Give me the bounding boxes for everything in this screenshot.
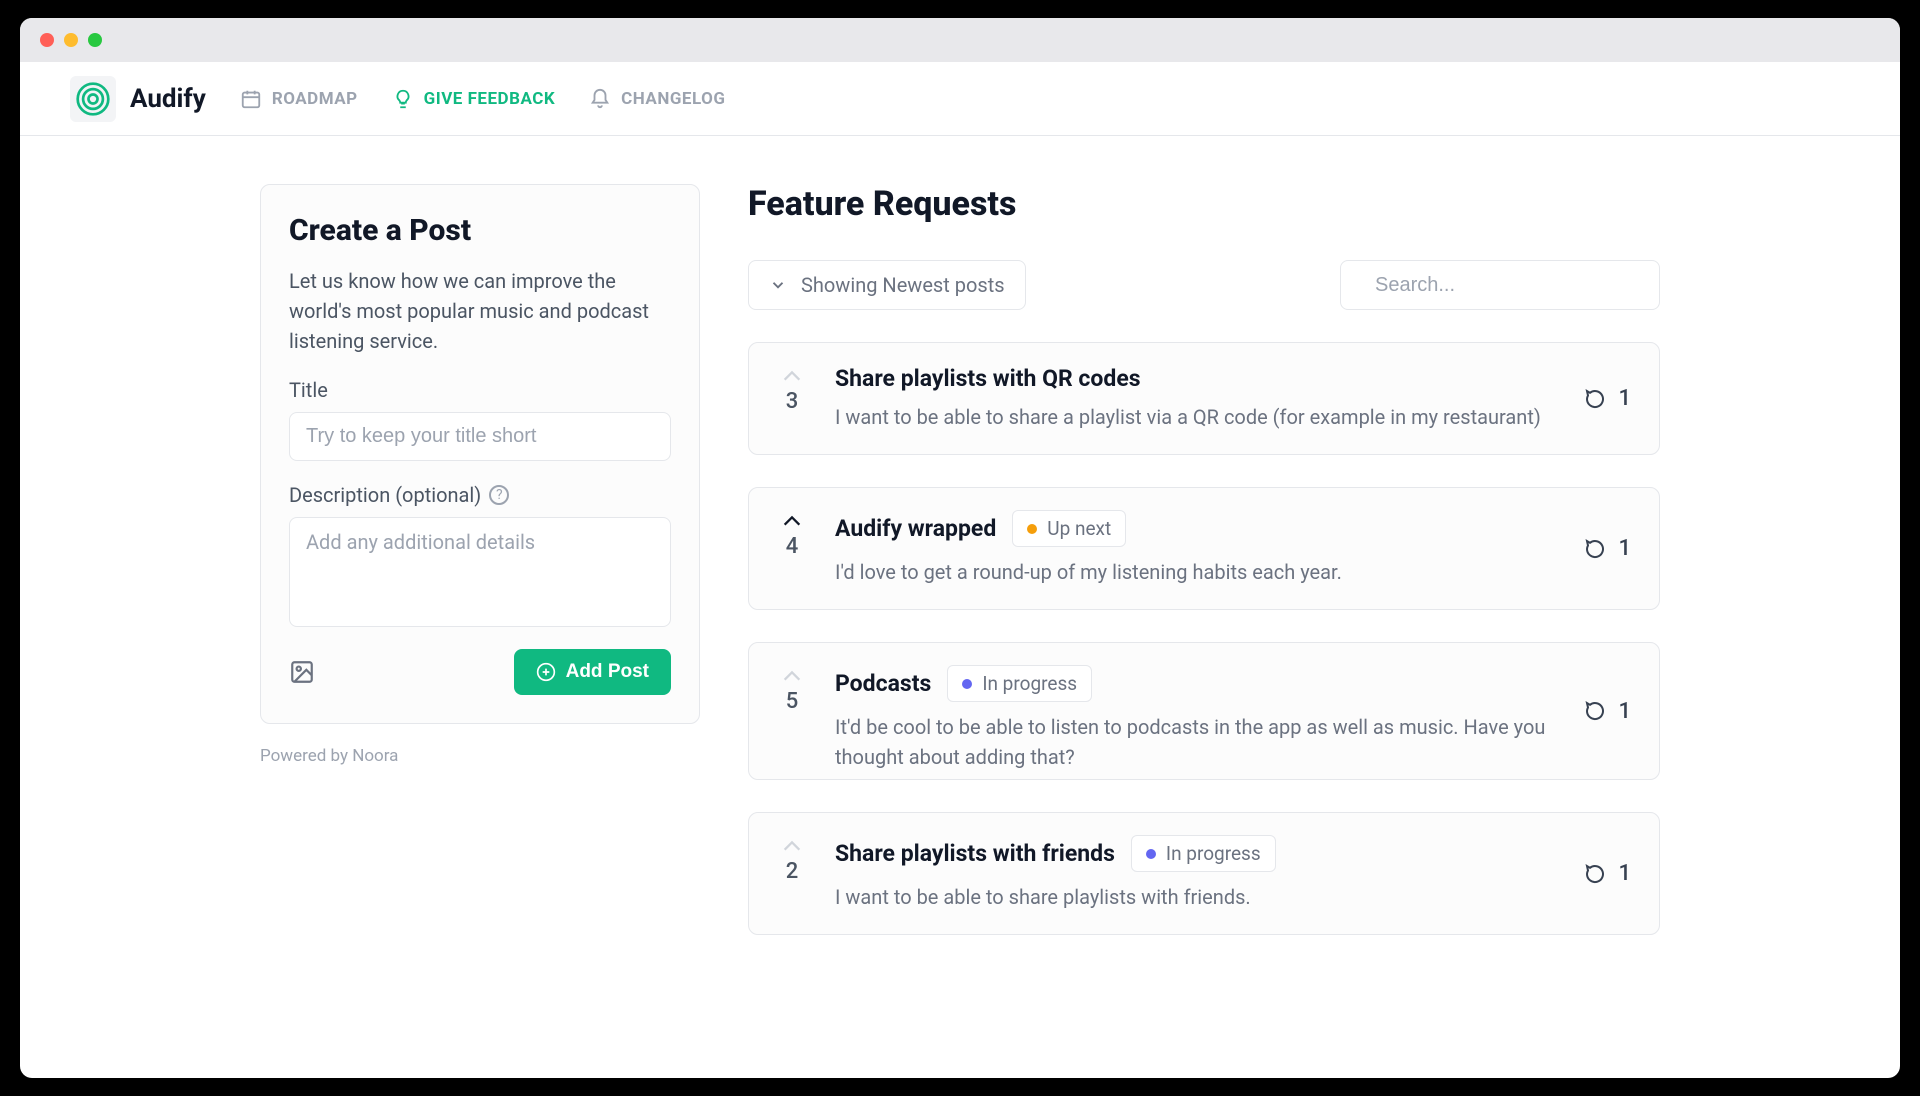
create-post-toolbar: Add Post: [289, 649, 671, 695]
create-post-heading: Create a Post: [289, 213, 671, 248]
status-dot-icon: [962, 679, 972, 689]
page-title: Feature Requests: [748, 184, 1660, 224]
post-card[interactable]: 5 Podcasts In progress It'd be cool to b…: [748, 642, 1660, 780]
chevron-down-icon: [769, 276, 787, 294]
post-card[interactable]: 2 Share playlists with friends In progre…: [748, 812, 1660, 935]
description-label-text: Description (optional): [289, 483, 481, 507]
window-titlebar: [20, 18, 1900, 62]
status-dot-icon: [1146, 849, 1156, 859]
upvote-button[interactable]: [781, 669, 803, 683]
comment-icon: [1584, 699, 1608, 723]
post-title-row: Share playlists with friends In progress: [835, 835, 1556, 872]
create-post-sidebar: Create a Post Let us know how we can imp…: [260, 184, 700, 1078]
post-title: Audify wrapped: [835, 515, 996, 542]
vote-count: 2: [786, 859, 799, 884]
upvote-button[interactable]: [781, 369, 803, 383]
comment-indicator[interactable]: 1: [1584, 699, 1631, 724]
help-icon[interactable]: ?: [489, 485, 509, 505]
calendar-icon: [240, 88, 262, 110]
brand-logo-icon: [70, 76, 116, 122]
description-input[interactable]: [289, 517, 671, 627]
post-title: Podcasts: [835, 670, 931, 697]
search-box[interactable]: [1340, 260, 1660, 310]
post-description: I'd love to get a round-up of my listeni…: [835, 557, 1556, 587]
main-column: Feature Requests Showing Newest posts 3 …: [748, 184, 1660, 1078]
vote-count: 4: [786, 534, 799, 559]
sort-label: Showing Newest posts: [801, 273, 1005, 297]
comment-count: 1: [1618, 536, 1631, 561]
main-nav: ROADMAP GIVE FEEDBACK CHANGELOG: [240, 88, 726, 110]
post-body: Share playlists with QR codes I want to …: [835, 365, 1556, 432]
nav-roadmap-label: ROADMAP: [272, 89, 358, 109]
minimize-window-button[interactable]: [64, 33, 78, 47]
upvote-button[interactable]: [781, 839, 803, 853]
status-badge: In progress: [1131, 835, 1276, 872]
create-post-card: Create a Post Let us know how we can imp…: [260, 184, 700, 724]
post-body: Share playlists with friends In progress…: [835, 835, 1556, 912]
post-list: 3 Share playlists with QR codes I want t…: [748, 342, 1660, 935]
vote-count: 5: [786, 689, 799, 714]
add-post-label: Add Post: [566, 661, 649, 683]
status-label: In progress: [982, 672, 1077, 695]
vote-column: 3: [777, 365, 807, 414]
plus-circle-icon: [536, 662, 556, 682]
comment-icon: [1584, 862, 1608, 886]
close-window-button[interactable]: [40, 33, 54, 47]
powered-by[interactable]: Powered by Noora: [260, 746, 700, 766]
filter-row: Showing Newest posts: [748, 260, 1660, 310]
comment-count: 1: [1618, 386, 1631, 411]
post-description: I want to be able to share a playlist vi…: [835, 402, 1556, 432]
title-field-label: Title: [289, 378, 671, 402]
status-dot-icon: [1027, 524, 1037, 534]
comment-count: 1: [1618, 699, 1631, 724]
post-body: Podcasts In progress It'd be cool to be …: [835, 665, 1556, 772]
post-title-row: Podcasts In progress: [835, 665, 1556, 702]
nav-roadmap[interactable]: ROADMAP: [240, 88, 358, 110]
brand-name: Audify: [130, 84, 206, 114]
vote-column: 2: [777, 835, 807, 884]
lightbulb-icon: [392, 88, 414, 110]
nav-changelog[interactable]: CHANGELOG: [589, 88, 725, 110]
bell-icon: [589, 88, 611, 110]
vote-column: 5: [777, 665, 807, 714]
post-title-row: Share playlists with QR codes: [835, 365, 1556, 392]
brand[interactable]: Audify: [70, 76, 206, 122]
sort-dropdown[interactable]: Showing Newest posts: [748, 260, 1026, 310]
vote-count: 3: [786, 389, 799, 414]
post-title: Share playlists with friends: [835, 840, 1115, 867]
post-title: Share playlists with QR codes: [835, 365, 1141, 392]
nav-feedback-label: GIVE FEEDBACK: [424, 89, 556, 109]
upvote-button[interactable]: [781, 514, 803, 528]
app-header: Audify ROADMAP GIVE FEEDBACK CHANGELOG: [20, 62, 1900, 136]
maximize-window-button[interactable]: [88, 33, 102, 47]
status-label: Up next: [1047, 517, 1111, 540]
comment-icon: [1584, 387, 1608, 411]
description-field-label: Description (optional) ?: [289, 483, 671, 507]
title-input[interactable]: [289, 412, 671, 461]
status-badge: Up next: [1012, 510, 1126, 547]
nav-give-feedback[interactable]: GIVE FEEDBACK: [392, 88, 556, 110]
add-post-button[interactable]: Add Post: [514, 649, 671, 695]
comment-indicator[interactable]: 1: [1584, 536, 1631, 561]
search-input[interactable]: [1375, 274, 1640, 297]
post-description: I want to be able to share playlists wit…: [835, 882, 1556, 912]
post-body: Audify wrapped Up next I'd love to get a…: [835, 510, 1556, 587]
browser-window: Audify ROADMAP GIVE FEEDBACK CHANGELOG C…: [20, 18, 1900, 1078]
comment-indicator[interactable]: 1: [1584, 861, 1631, 886]
comment-icon: [1584, 537, 1608, 561]
status-label: In progress: [1166, 842, 1261, 865]
post-card[interactable]: 3 Share playlists with QR codes I want t…: [748, 342, 1660, 455]
post-card[interactable]: 4 Audify wrapped Up next I'd love to get…: [748, 487, 1660, 610]
nav-changelog-label: CHANGELOG: [621, 89, 725, 109]
post-title-row: Audify wrapped Up next: [835, 510, 1556, 547]
vote-column: 4: [777, 510, 807, 559]
comment-count: 1: [1618, 861, 1631, 886]
comment-indicator[interactable]: 1: [1584, 386, 1631, 411]
content-area: Create a Post Let us know how we can imp…: [20, 136, 1900, 1078]
status-badge: In progress: [947, 665, 1092, 702]
create-post-description: Let us know how we can improve the world…: [289, 266, 671, 356]
attach-image-icon[interactable]: [289, 659, 315, 685]
post-description: It'd be cool to be able to listen to pod…: [835, 712, 1556, 772]
